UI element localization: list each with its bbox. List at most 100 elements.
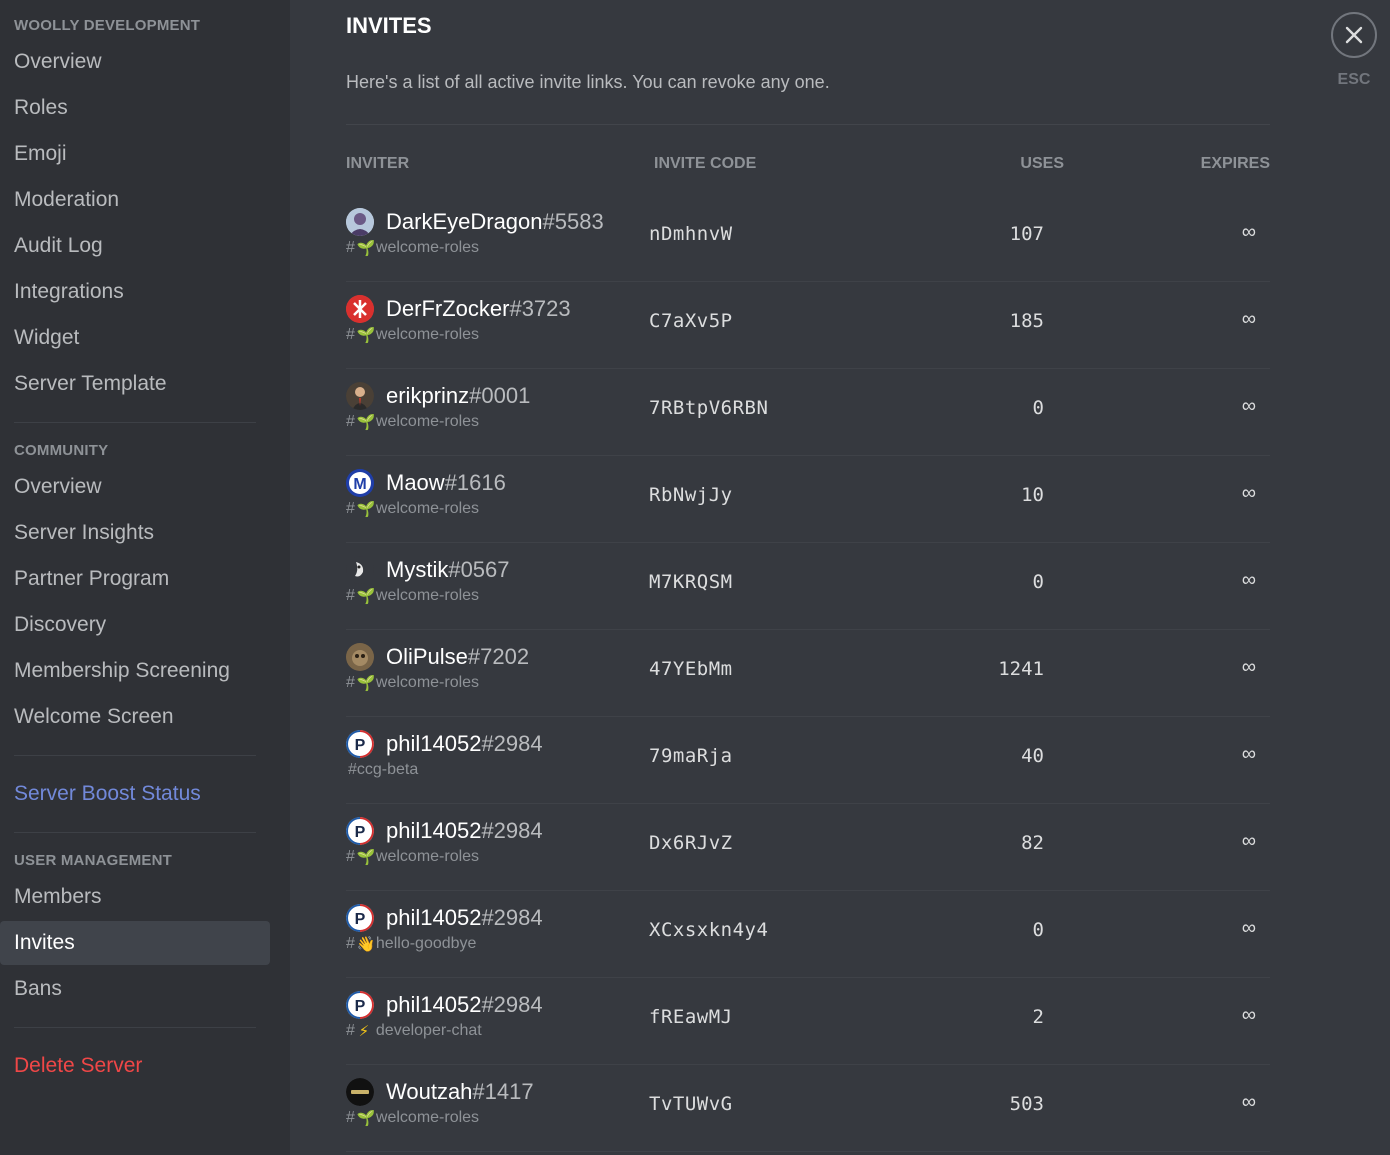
sidebar-item-moderation[interactable]: Moderation <box>0 178 270 222</box>
page-subtitle: Here's a list of all active invite links… <box>346 72 830 92</box>
seedling-icon: 🌱 <box>356 327 376 344</box>
invite-expires: ∞ <box>1241 743 1256 765</box>
invite-row[interactable]: M Maow#1616 # 🌱 welcome-roles RbNwjJy 10 ∞ <box>346 456 1270 543</box>
sidebar-item-widget[interactable]: Widget <box>0 316 270 360</box>
avatar[interactable] <box>346 556 374 584</box>
inviter-username: phil14052 <box>386 992 482 1017</box>
close-icon <box>1345 26 1363 44</box>
sidebar-item-delete-server[interactable]: Delete Server <box>0 1044 270 1088</box>
channel-hash: # <box>346 935 355 952</box>
invite-code: Dx6RJvZ <box>649 832 733 854</box>
invite-row[interactable]: OliPulse#7202 # 🌱 welcome-roles 47YEbMm 12… <box>346 630 1270 717</box>
invite-row[interactable]: P phil14052#2984 # ⚡ developer-chat fREawM… <box>346 978 1270 1065</box>
settings-sidebar: WOOLLY DEVELOPMENT Overview Roles Emoji … <box>0 0 290 1155</box>
sidebar-item-community-overview[interactable]: Overview <box>0 465 270 509</box>
inviter-username: OliPulse <box>386 644 468 669</box>
inviter-discriminator: #3723 <box>509 296 571 321</box>
sidebar-item-members[interactable]: Members <box>0 875 270 919</box>
invite-code: RbNwjJy <box>649 484 733 506</box>
seedling-icon: 🌱 <box>356 501 376 518</box>
invite-uses: 503 <box>1009 1093 1044 1115</box>
inviter-username: Maow <box>386 470 445 495</box>
sidebar-item-audit-log[interactable]: Audit Log <box>0 224 270 268</box>
user-management-section-header: USER MANAGEMENT <box>14 852 173 869</box>
invite-row[interactable]: DerFrZocker#3723 # 🌱 welcome-roles C7aXv5P… <box>346 282 1270 369</box>
sidebar-item-integrations[interactable]: Integrations <box>0 270 270 314</box>
user-management-nav-list: Members Invites Bans <box>0 875 270 1011</box>
svg-text:P: P <box>355 911 366 928</box>
seedling-icon: 🌱 <box>356 588 376 605</box>
avatar[interactable] <box>346 295 374 323</box>
sidebar-item-server-template[interactable]: Server Template <box>0 362 270 406</box>
sidebar-divider <box>14 1027 256 1028</box>
invite-channel: # ⚡ developer-chat <box>346 1022 482 1040</box>
sidebar-item-welcome-screen[interactable]: Welcome Screen <box>0 695 270 739</box>
channel-hash: # <box>346 587 355 604</box>
invite-row[interactable]: erikprinz#0001 # 🌱 welcome-roles 7RBtpV6RB… <box>346 369 1270 456</box>
sidebar-item-invites[interactable]: Invites <box>0 921 270 965</box>
invite-expires: ∞ <box>1241 1004 1256 1026</box>
invites-panel: INVITES Here's a list of all active invi… <box>346 0 1270 1152</box>
invite-expires: ∞ <box>1241 308 1256 330</box>
invites-table-body: DarkEyeDragon#5583 # 🌱 welcome-roles nDmhn… <box>346 195 1270 1152</box>
invite-row[interactable]: DarkEyeDragon#5583 # 🌱 welcome-roles nDmhn… <box>346 195 1270 282</box>
invite-channel: # 🌱 welcome-roles <box>346 674 479 692</box>
avatar[interactable] <box>346 208 374 236</box>
svg-text:P: P <box>355 824 366 841</box>
sidebar-item-membership-screening[interactable]: Membership Screening <box>0 649 270 693</box>
sidebar-item-emoji[interactable]: Emoji <box>0 132 270 176</box>
invite-row[interactable]: P phil14052#2984 # 👋 hello-goodbye XCxsxkn… <box>346 891 1270 978</box>
channel-hash: # <box>346 326 355 343</box>
channel-name: welcome-roles <box>375 1109 480 1126</box>
sidebar-item-server-insights[interactable]: Server Insights <box>0 511 270 555</box>
avatar[interactable]: P <box>346 730 374 758</box>
invite-expires: ∞ <box>1241 395 1256 417</box>
table-header: INVITER INVITE CODE USES EXPIRES <box>346 125 1270 195</box>
inviter-discriminator: #0001 <box>469 383 531 408</box>
channel-hash: # <box>346 848 355 865</box>
avatar[interactable]: P <box>346 904 374 932</box>
avatar[interactable]: P <box>346 817 374 845</box>
svg-text:P: P <box>355 998 366 1015</box>
avatar[interactable] <box>346 1078 374 1106</box>
seedling-icon: 🌱 <box>356 1110 376 1127</box>
inviter-discriminator: #2984 <box>481 905 543 930</box>
invite-expires: ∞ <box>1241 221 1256 243</box>
invite-channel: # 🌱 welcome-roles <box>346 1109 479 1127</box>
sidebar-item-discovery[interactable]: Discovery <box>0 603 270 647</box>
invite-uses: 107 <box>1009 223 1044 245</box>
invite-expires: ∞ <box>1241 482 1256 504</box>
channel-name: welcome-roles <box>375 500 480 517</box>
invite-row[interactable]: Mystik#0567 # 🌱 welcome-roles M7KRQSM 0 ∞ <box>346 543 1270 630</box>
invite-code: 47YEbMm <box>649 658 733 680</box>
column-header-invite-code: INVITE CODE <box>654 155 757 172</box>
invite-channel: # 🌱 welcome-roles <box>346 239 479 257</box>
close-button[interactable] <box>1331 12 1377 58</box>
avatar[interactable] <box>346 643 374 671</box>
invite-channel: # 🌱 welcome-roles <box>346 326 479 344</box>
channel-hash: # <box>346 413 355 430</box>
avatar[interactable] <box>346 382 374 410</box>
sidebar-item-overview[interactable]: Overview <box>0 40 270 84</box>
invite-row[interactable]: Woutzah#1417 # 🌱 welcome-roles TvTUWvG 503… <box>346 1065 1270 1152</box>
column-header-uses: USES <box>1020 155 1064 172</box>
svg-text:P: P <box>355 737 366 754</box>
invite-uses: 0 <box>1032 571 1044 593</box>
invite-row[interactable]: P phil14052#2984 #ccg-beta 79maRja 40 ∞ <box>346 717 1270 804</box>
sidebar-divider <box>14 755 256 756</box>
invite-channel: # 🌱 welcome-roles <box>346 848 479 866</box>
lightning-icon: ⚡ <box>358 1023 370 1040</box>
invite-uses: 1241 <box>998 658 1044 680</box>
invite-row[interactable]: P phil14052#2984 # 🌱 welcome-roles Dx6RJvZ… <box>346 804 1270 891</box>
seedling-icon: 🌱 <box>356 414 376 431</box>
channel-hash: # <box>346 500 355 517</box>
sidebar-item-roles[interactable]: Roles <box>0 86 270 130</box>
avatar[interactable]: M <box>346 469 374 497</box>
inviter-username: DerFrZocker <box>386 296 510 321</box>
sidebar-item-server-boost-status[interactable]: Server Boost Status <box>0 772 270 816</box>
sidebar-divider <box>14 422 256 423</box>
avatar[interactable]: P <box>346 991 374 1019</box>
sidebar-item-bans[interactable]: Bans <box>0 967 270 1011</box>
sidebar-item-partner-program[interactable]: Partner Program <box>0 557 270 601</box>
invite-expires: ∞ <box>1241 917 1256 939</box>
